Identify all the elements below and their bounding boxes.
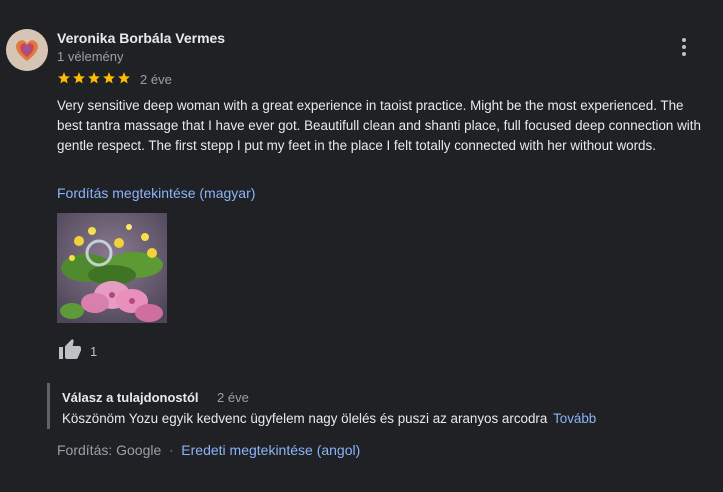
star-icon: [88, 72, 100, 84]
author-name[interactable]: Veronika Borbála Vermes: [57, 30, 225, 46]
star-icon: [118, 72, 130, 84]
review-age: 2 éve: [140, 72, 172, 87]
review-card: Veronika Borbála Vermes 1 vélemény 2 éve…: [0, 0, 723, 492]
review-photo[interactable]: [57, 213, 167, 323]
review-count: 1 vélemény: [57, 49, 124, 64]
reply-more-link[interactable]: Tovább: [553, 411, 596, 426]
footer-separator: ·: [169, 443, 174, 457]
owner-reply-text: Köszönöm Yozu egyik kedvenc ügyfelem nag…: [62, 411, 596, 426]
star-rating: [57, 71, 131, 85]
more-vert-icon: [682, 38, 686, 42]
view-original-link[interactable]: Eredeti megtekintése (angol): [181, 442, 360, 458]
more-options-button[interactable]: [672, 34, 696, 60]
avatar-heart-icon: [6, 29, 48, 71]
flower-photo-image: [57, 213, 167, 323]
like-button[interactable]: [57, 338, 85, 364]
like-count: 1: [90, 344, 98, 359]
translation-footer: Fordítás: Google · Eredeti megtekintése …: [57, 442, 360, 458]
translate-link[interactable]: Fordítás megtekintése (magyar): [57, 185, 255, 201]
avatar[interactable]: [6, 29, 48, 71]
translated-by-label: Fordítás: Google: [57, 442, 162, 458]
owner-reply-age: 2 éve: [217, 390, 249, 405]
owner-reply-body: Köszönöm Yozu egyik kedvenc ügyfelem nag…: [62, 411, 548, 426]
star-icon: [58, 72, 70, 84]
reply-divider: [47, 383, 50, 429]
star-icon: [73, 72, 85, 84]
review-text: Very sensitive deep woman with a great e…: [57, 98, 701, 153]
owner-reply-title: Válasz a tulajdonostól: [62, 390, 199, 405]
thumb-up-icon: [59, 339, 81, 359]
star-icon: [103, 72, 115, 84]
